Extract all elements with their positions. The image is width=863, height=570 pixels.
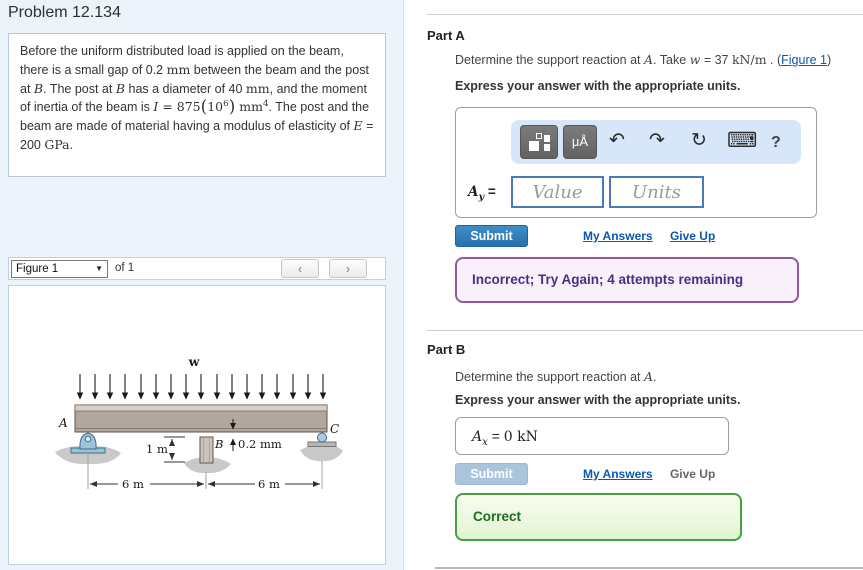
part-b-answer-display: Ax = 0 kN (455, 417, 729, 455)
part-a-my-answers-link[interactable]: My Answers (583, 229, 653, 243)
part-b-links: My Answers Give Up (583, 467, 715, 481)
part-a-express-instruction: Express your answer with the appropriate… (455, 79, 741, 93)
figure-prev-button[interactable]: ‹ (281, 259, 319, 278)
load-label: w (188, 354, 201, 369)
part-a-links: My Answers Give Up (583, 229, 715, 243)
part-a-question-suffix: ) (827, 53, 832, 67)
figure-select-dropdown[interactable]: Figure 1 ▼ (11, 260, 108, 278)
part-a-answer-label: Ay = (468, 184, 496, 203)
post-b-label: B (214, 437, 223, 451)
part-b-submit-button: Submit (455, 463, 528, 485)
keyboard-icon[interactable]: ⌨ (727, 128, 757, 154)
roller-support-c (300, 432, 343, 462)
span-left-label: 6 m (122, 477, 144, 491)
answer-panel: Part A Determine the support reaction at… (405, 0, 863, 570)
part-a-give-up-link[interactable]: Give Up (670, 229, 715, 243)
equation-template-button[interactable] (520, 125, 558, 159)
part-b-feedback-correct: Correct (455, 493, 742, 541)
beam-diagram: w A B 0.2 mm 1 m C 6 m 6 m (55, 354, 343, 491)
chevron-left-icon: ‹ (297, 261, 303, 276)
figure-panel: w A B 0.2 mm 1 m C 6 m 6 m (8, 285, 386, 565)
part-b-heading: Part B (427, 342, 466, 357)
part-b-give-up-link: Give Up (669, 467, 716, 481)
figure-count-label: of 1 (115, 262, 135, 274)
value-input[interactable] (511, 176, 604, 208)
equation-template-icon (528, 133, 550, 152)
part-b-express-instruction: Express your answer with the appropriate… (455, 393, 741, 407)
span-right-label: 6 m (258, 477, 280, 491)
next-section-edge (435, 567, 863, 569)
redo-icon[interactable]: ↷ (649, 128, 665, 154)
gap-label: 0.2 mm (238, 437, 282, 451)
figure-1-link[interactable]: Figure 1 (781, 53, 827, 67)
problem-statement: Before the uniform distributed load is a… (8, 33, 386, 177)
part-a-heading: Part A (427, 28, 465, 43)
figure-selector-bar: Figure 1 ▼ of 1 ‹ › (8, 257, 386, 280)
undo-icon[interactable]: ↶ (609, 128, 625, 154)
part-a-answer-box: μÅ ↶ ↷ ↻ ⌨ ? Ay = (455, 107, 817, 218)
units-input[interactable] (609, 176, 704, 208)
load-arrows (76, 374, 327, 400)
part-a-question: Determine the support reaction at A. Tak… (455, 52, 831, 67)
figure-select-value: Figure 1 (16, 263, 59, 275)
beam (74, 404, 328, 433)
help-icon[interactable]: ? (771, 130, 781, 156)
support-a-label: A (58, 416, 68, 430)
chevron-down-icon: ▼ (95, 264, 103, 273)
reset-icon[interactable]: ↻ (691, 128, 707, 154)
chevron-right-icon: › (345, 261, 351, 276)
units-button[interactable]: μÅ (563, 125, 597, 159)
post-height-label: 1 m (146, 442, 168, 456)
post-b (184, 436, 231, 474)
homework-page: Problem 12.134 Before the uniform distri… (0, 0, 863, 570)
part-b-my-answers-link[interactable]: My Answers (583, 467, 653, 481)
part-a-submit-button[interactable]: Submit (455, 225, 528, 247)
divider (427, 330, 863, 331)
equation-toolbar: μÅ ↶ ↷ ↻ ⌨ ? (511, 120, 801, 164)
problem-panel: Problem 12.134 Before the uniform distri… (0, 0, 404, 570)
part-b-question: Determine the support reaction at A. (455, 369, 657, 384)
part-a-feedback-incorrect: Incorrect; Try Again; 4 attempts remaini… (455, 257, 799, 303)
part-a-question-text: Determine the support reaction at A. Tak… (455, 52, 782, 67)
figure-next-button[interactable]: › (329, 259, 367, 278)
divider (427, 14, 863, 15)
units-icon: μÅ (571, 134, 589, 149)
support-c-label: C (330, 422, 339, 436)
page-title: Problem 12.134 (8, 4, 121, 21)
